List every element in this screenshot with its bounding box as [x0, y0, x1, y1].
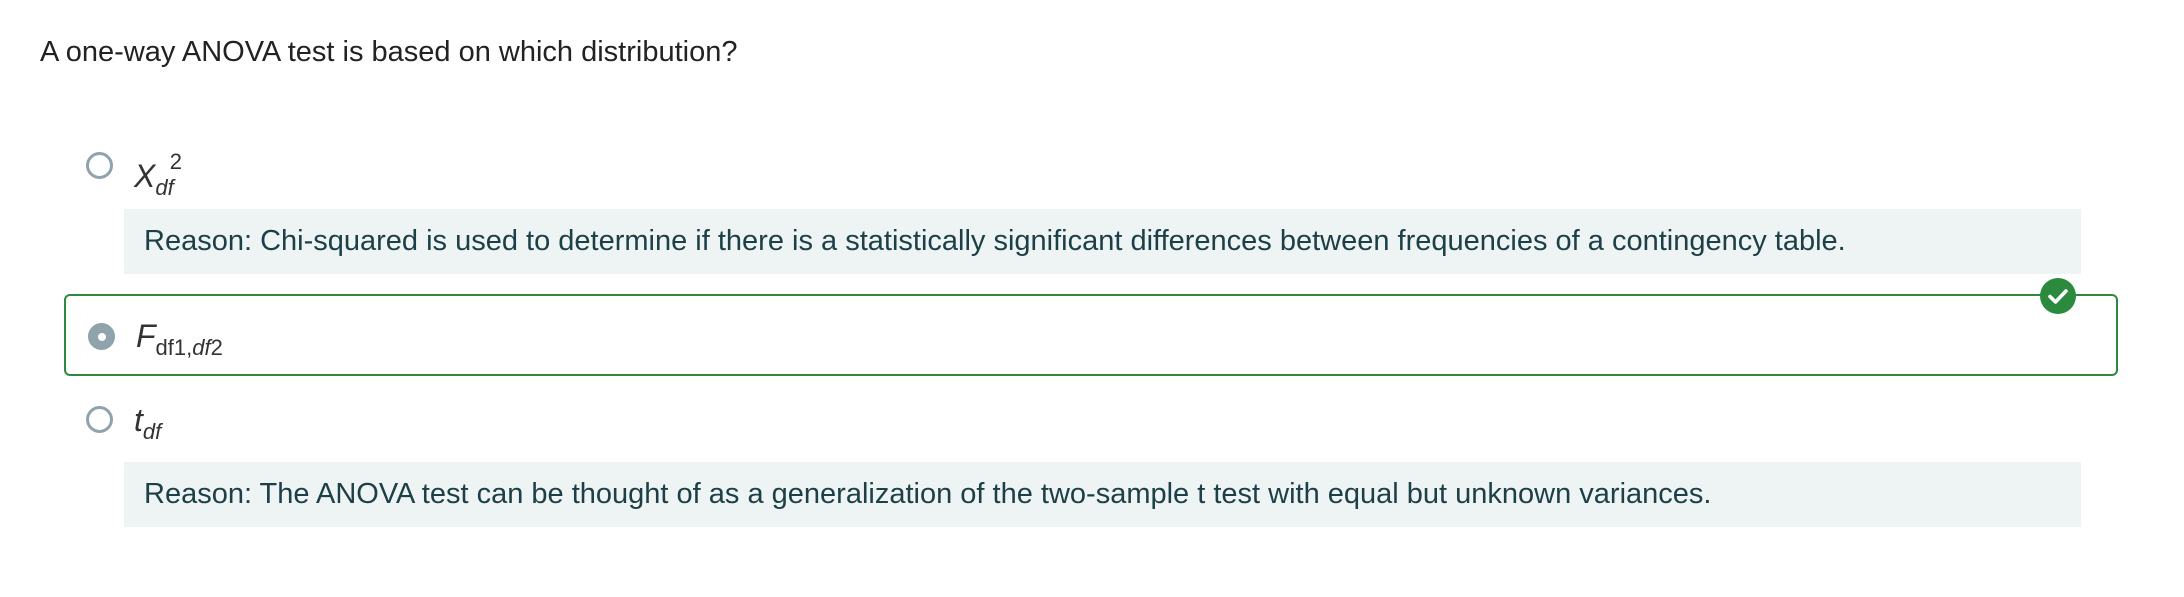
reason-box-chi-squared: Reason: Chi-squared is used to determine…: [124, 209, 2081, 274]
radio-button-selected[interactable]: [88, 323, 115, 350]
math-subscript: df1,df2: [155, 335, 223, 360]
answer-option-f-distribution[interactable]: Fdf1,df2: [64, 294, 2118, 376]
math-subscript: df: [142, 419, 162, 444]
math-subscript: df: [155, 175, 174, 200]
option-math-label: tdf: [134, 402, 161, 445]
math-symbol: t: [134, 402, 143, 438]
radio-button-unselected[interactable]: [86, 152, 113, 179]
reason-box-t-distribution: Reason: The ANOVA test can be thought of…: [124, 462, 2081, 527]
math-symbol: X: [134, 158, 156, 194]
math-superscript: 2: [169, 149, 182, 174]
answer-option-chi-squared[interactable]: Xdf2: [64, 127, 2118, 209]
check-circle-icon: [2048, 289, 2068, 304]
radio-button-unselected[interactable]: [86, 406, 113, 433]
correct-badge: [2040, 278, 2076, 314]
option-math-label: Xdf2: [134, 149, 182, 201]
question-text: A one-way ANOVA test is based on which d…: [40, 36, 738, 68]
answer-option-t-distribution[interactable]: tdf: [64, 380, 2118, 462]
math-symbol: F: [136, 318, 156, 354]
option-math-label: Fdf1,df2: [136, 318, 223, 361]
